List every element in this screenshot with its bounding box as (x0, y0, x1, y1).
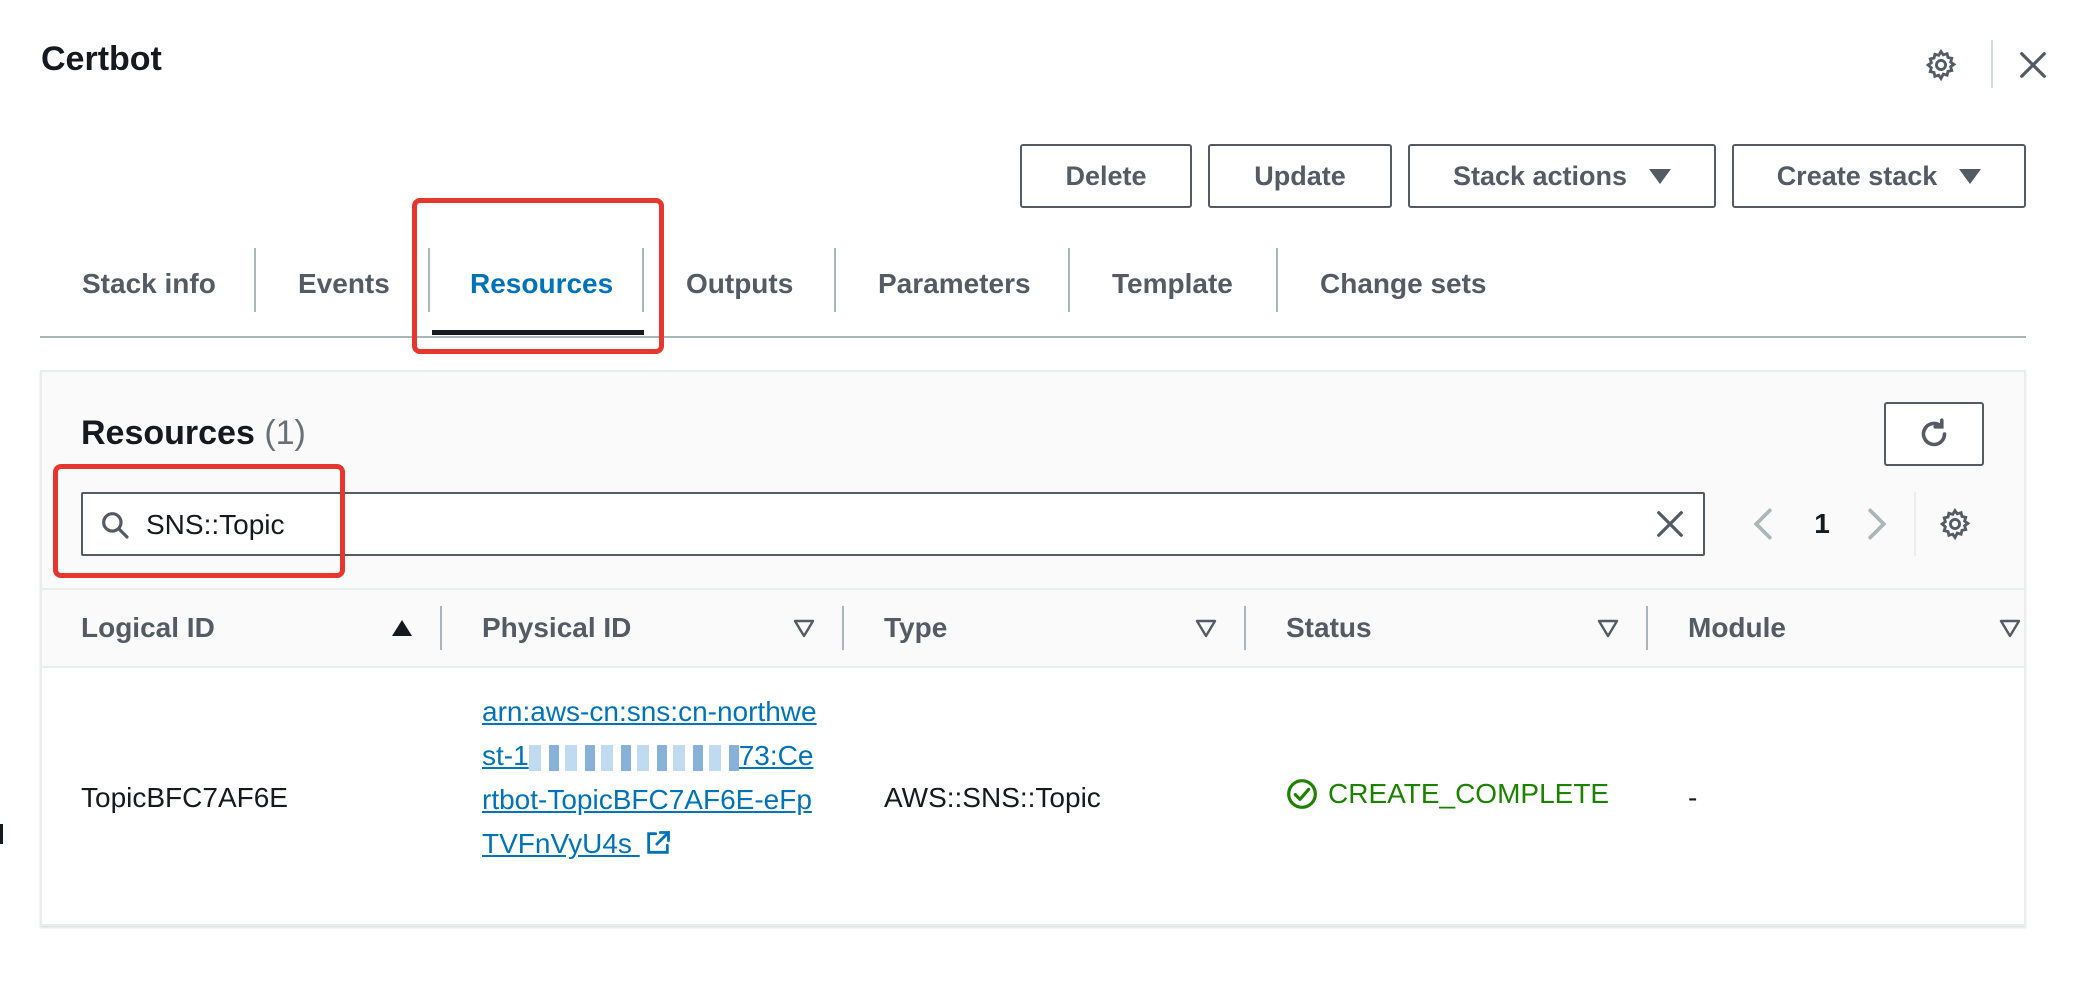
refresh-icon (1921, 418, 1947, 447)
tabs-baseline (40, 336, 2026, 338)
gear-icon (1925, 48, 1957, 82)
chevron-right-icon (1868, 508, 1887, 540)
resources-heading-title: Resources (81, 414, 255, 452)
resources-heading: Resources (1) (81, 414, 306, 453)
stack-actions-label: Stack actions (1452, 160, 1628, 191)
delete-button-label: Delete (1065, 160, 1147, 191)
update-button[interactable]: Update (1208, 144, 1392, 208)
refresh-button[interactable] (1884, 402, 1984, 466)
table-preferences-button[interactable] (1936, 505, 1974, 543)
tab-events[interactable]: Events (298, 254, 390, 314)
sort-ascending-icon[interactable] (390, 616, 414, 640)
caret-down-icon (1649, 168, 1672, 184)
tab-divider (254, 248, 256, 312)
table-header-bottom-border (42, 666, 2024, 668)
sort-icon[interactable] (1596, 616, 1620, 640)
column-header-physical-id[interactable]: Physical ID (482, 612, 631, 644)
resources-count: (1) (264, 414, 306, 452)
cell-type: AWS::SNS::Topic (884, 782, 1101, 813)
column-header-type[interactable]: Type (884, 612, 947, 644)
previous-page-button[interactable] (1748, 506, 1778, 542)
caret-down-icon (1959, 168, 1982, 184)
sort-icon[interactable] (1998, 616, 2022, 640)
column-resizer[interactable] (842, 606, 844, 650)
cell-module: - (1688, 782, 1698, 813)
column-header-module[interactable]: Module (1688, 612, 1786, 644)
tab-divider (1068, 248, 1070, 312)
next-page-button[interactable] (1862, 506, 1892, 542)
status-text: CREATE_COMPLETE (1328, 778, 1610, 809)
column-resizer[interactable] (440, 606, 442, 650)
gear-icon (1939, 507, 1971, 541)
create-stack-dropdown[interactable]: Create stack (1732, 144, 2026, 208)
column-header-logical-id[interactable]: Logical ID (81, 612, 215, 644)
tab-outputs[interactable]: Outputs (686, 254, 793, 314)
tab-divider (834, 248, 836, 312)
settings-button[interactable] (1920, 44, 1962, 86)
delete-button[interactable]: Delete (1020, 144, 1192, 208)
table-header-top-border (42, 588, 2024, 590)
create-stack-label: Create stack (1776, 160, 1938, 191)
status-badge: CREATE_COMPLETE (1286, 778, 1609, 810)
success-check-icon (1287, 779, 1317, 809)
close-icon (2020, 52, 2046, 78)
tab-template[interactable]: Template (1112, 254, 1233, 314)
sort-icon[interactable] (1194, 616, 1218, 640)
chevron-left-icon (1753, 508, 1772, 540)
tab-divider (1276, 248, 1278, 312)
pagination-divider (1914, 492, 1916, 556)
tab-change-sets[interactable]: Change sets (1320, 254, 1487, 314)
sort-icon[interactable] (792, 616, 816, 640)
annotation-highlight-search (53, 464, 345, 578)
external-link-icon (646, 831, 670, 854)
tab-stack-info[interactable]: Stack info (82, 254, 216, 314)
physical-id-link[interactable]: arn:aws-cn:sns:cn-northwest-1 73:Certbot-… (482, 690, 822, 866)
page-title: Certbot (41, 40, 162, 78)
cell-logical-id: TopicBFC7AF6E (81, 782, 288, 813)
close-button[interactable] (2010, 42, 2056, 88)
column-resizer[interactable] (1646, 606, 1648, 650)
clear-search-button[interactable] (1652, 506, 1688, 542)
column-resizer[interactable] (1244, 606, 1246, 650)
edge-marker (0, 824, 3, 844)
header-divider (1991, 40, 1993, 88)
column-header-status[interactable]: Status (1286, 612, 1372, 644)
close-icon (1657, 511, 1683, 537)
current-page-number[interactable]: 1 (1812, 508, 1832, 540)
redacted-account-id (528, 744, 739, 771)
annotation-highlight-resources-tab (412, 198, 664, 354)
tab-parameters[interactable]: Parameters (878, 254, 1031, 314)
stack-actions-dropdown[interactable]: Stack actions (1408, 144, 1716, 208)
update-button-label: Update (1254, 160, 1346, 191)
